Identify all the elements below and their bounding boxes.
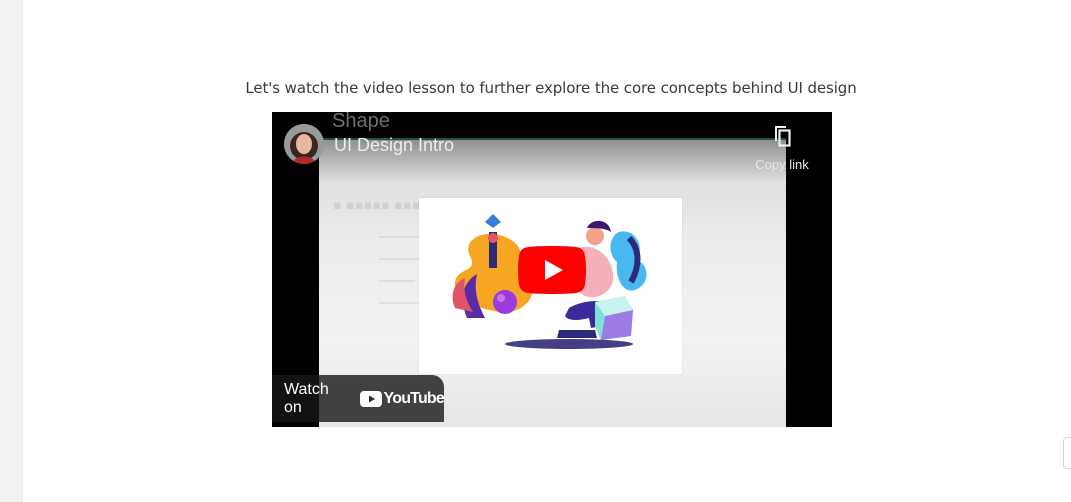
watch-on-label: Watch on bbox=[284, 380, 329, 416]
slide-ghost-line bbox=[379, 302, 423, 304]
slide-ghost-line bbox=[379, 236, 419, 238]
lesson-intro-text: Let's watch the video lesson to further … bbox=[245, 79, 857, 97]
video-title[interactable]: UI Design Intro bbox=[334, 135, 454, 156]
left-gutter bbox=[0, 0, 23, 502]
play-button[interactable] bbox=[518, 246, 586, 294]
video-player[interactable]: ▪ ▪▪▪▪▪ ▪▪▪ Shape UI Design Intro Copy l… bbox=[272, 112, 832, 427]
avatar-image bbox=[284, 124, 324, 164]
slide-ghost-line bbox=[379, 280, 415, 282]
watch-on-youtube-button[interactable]: Watch on YouTube bbox=[272, 375, 445, 422]
youtube-logo-icon bbox=[359, 390, 382, 407]
side-scroll-tab[interactable] bbox=[1063, 437, 1071, 469]
slide-ghost-text: ▪ ▪▪▪▪▪ ▪▪▪ bbox=[333, 198, 421, 213]
channel-avatar[interactable] bbox=[284, 124, 324, 164]
youtube-logo: YouTube bbox=[359, 389, 445, 408]
youtube-wordmark: YouTube bbox=[383, 389, 445, 407]
copy-icon bbox=[775, 126, 791, 147]
copy-link-label: Copy link bbox=[755, 157, 809, 172]
copy-link-button[interactable]: Copy link bbox=[750, 124, 814, 172]
play-icon bbox=[518, 246, 586, 294]
slide-heading: Shape bbox=[332, 112, 390, 132]
